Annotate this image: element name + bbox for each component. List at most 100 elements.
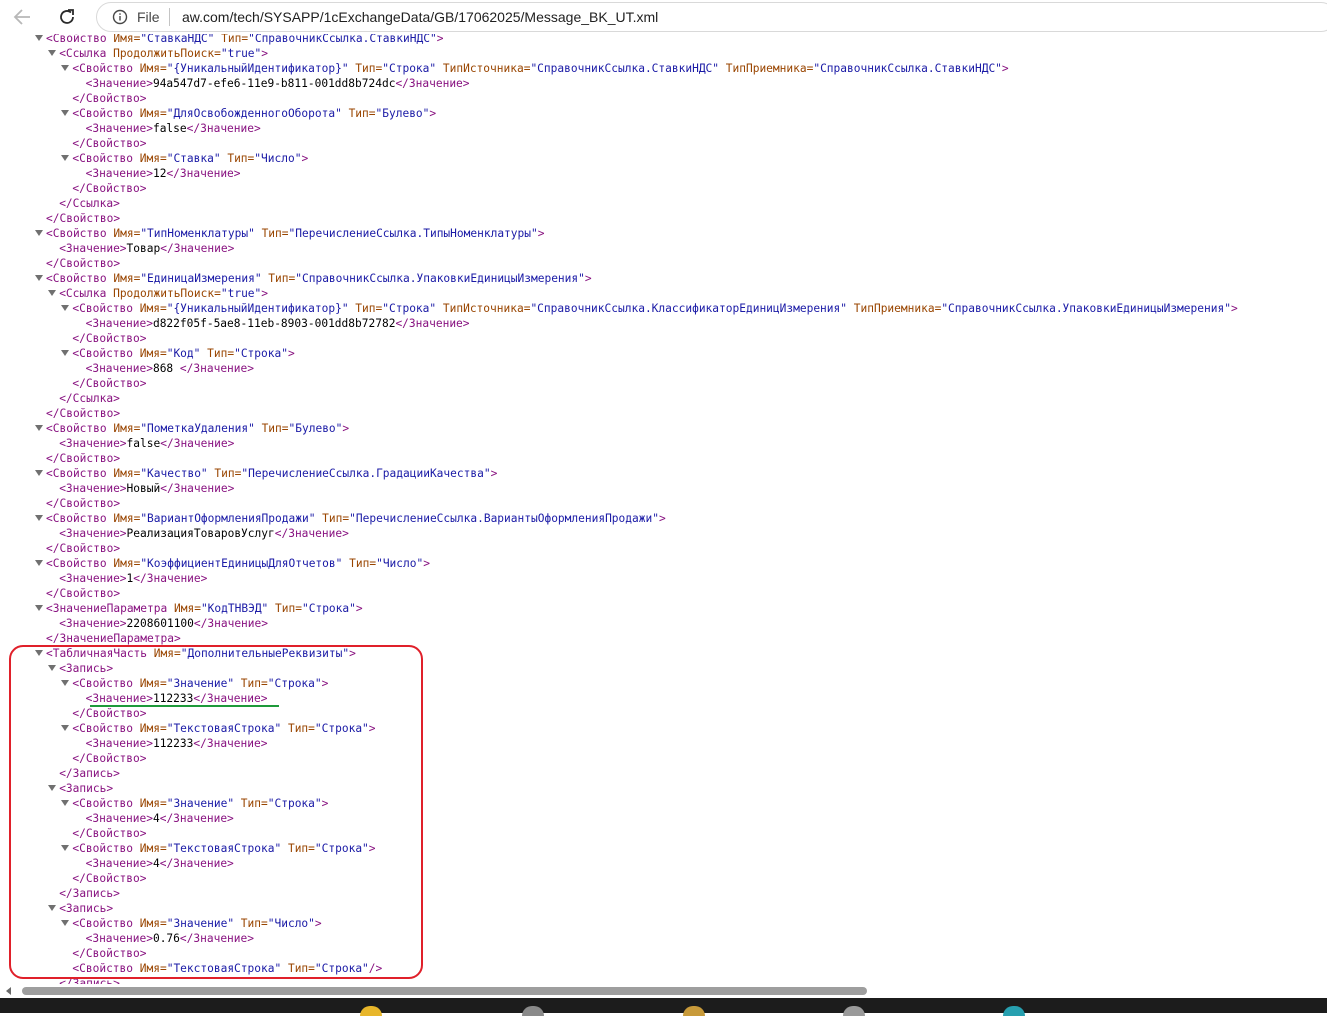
attr-value: "Ставка"	[166, 152, 228, 165]
back-arrow-icon	[13, 9, 30, 25]
url-text[interactable]: aw.com/tech/SYSAPP/1cExchangeData/GB/170…	[182, 9, 658, 25]
text-value: 4	[152, 857, 160, 870]
collapse-triangle-icon[interactable]	[48, 781, 57, 796]
xml-line: </Свойство>	[0, 91, 1238, 106]
xml-line: <Значение>112233</Значение>	[0, 691, 1238, 706]
xml-line: </Свойство>	[0, 706, 1238, 721]
tag-markup: />	[368, 962, 383, 975]
tag-markup: <Свойство	[46, 422, 114, 435]
attr-name: Тип=	[261, 422, 289, 435]
collapse-triangle-icon[interactable]	[35, 556, 43, 571]
attr-name: ПродолжитьПоиск=	[113, 47, 221, 60]
xml-line: <Значение>d822f05f-5ae8-11eb-8903-001dd8…	[0, 316, 1238, 331]
tag-markup: <Ссылка	[59, 287, 114, 300]
collapse-triangle-icon[interactable]	[35, 226, 43, 241]
xml-line: </Свойство>	[0, 946, 1238, 961]
tag-markup: <Запись>	[59, 662, 114, 675]
attr-name: Тип=	[240, 797, 268, 810]
collapse-triangle-icon[interactable]	[35, 511, 43, 526]
address-bar[interactable]: File aw.com/tech/SYSAPP/1cExchangeData/G…	[96, 2, 1327, 32]
collapse-triangle-icon[interactable]	[35, 646, 43, 661]
collapse-triangle-icon[interactable]	[48, 901, 57, 916]
collapse-triangle-icon[interactable]	[48, 661, 57, 676]
collapse-triangle-icon[interactable]	[35, 271, 43, 286]
collapse-triangle-icon[interactable]	[48, 46, 57, 61]
tag-markup: <Значение>	[85, 122, 153, 135]
taskbar-app-icon[interactable]	[1003, 1006, 1025, 1016]
xml-line: <Свойство Имя="{УникальныйИдентификатор}…	[0, 301, 1238, 316]
attr-value: "Строка"	[301, 602, 356, 615]
horizontal-scrollbar[interactable]	[0, 984, 1327, 998]
taskbar-app-icon[interactable]	[683, 1006, 705, 1016]
text-value: 0.76	[152, 932, 180, 945]
scroll-left-icon[interactable]	[5, 987, 13, 995]
xml-line: </Свойство>	[0, 586, 1238, 601]
attr-value: "СправочникСсылка.УпаковкиЕдиницыИзмерен…	[941, 302, 1231, 315]
taskbar-app-icon[interactable]	[843, 1006, 865, 1016]
tag-markup: </Значение>	[395, 317, 470, 330]
tag-markup: <Свойство	[46, 467, 114, 480]
xml-line: <Значение>868 </Значение>	[0, 361, 1238, 376]
tag-markup: </Значение>	[186, 122, 261, 135]
info-icon[interactable]	[112, 9, 128, 28]
collapse-triangle-icon[interactable]	[61, 151, 70, 166]
collapse-triangle-icon[interactable]	[61, 61, 70, 76]
attr-name: Имя=	[113, 34, 141, 45]
xml-line: </Свойство>	[0, 751, 1238, 766]
back-button[interactable]	[8, 4, 36, 30]
tag-markup: <Свойство	[72, 722, 140, 735]
tag-markup: <Значение>	[85, 932, 153, 945]
tag-markup: <Свойство	[72, 62, 140, 75]
xml-line: <Значение>4</Значение>	[0, 856, 1238, 871]
attr-value: "Булево"	[288, 422, 343, 435]
attr-name: Имя=	[153, 647, 181, 660]
xml-line: <Запись>	[0, 901, 1238, 916]
collapse-triangle-icon[interactable]	[48, 286, 57, 301]
xml-line: <Значение>false</Значение>	[0, 121, 1238, 136]
collapse-triangle-icon[interactable]	[61, 841, 70, 856]
xml-line: <Свойство Имя="ТекстоваяСтрока" Тип="Стр…	[0, 841, 1238, 856]
tag-markup: </Значение>	[179, 932, 254, 945]
collapse-triangle-icon[interactable]	[35, 421, 43, 436]
text-value: 868	[152, 362, 180, 375]
scrollbar-thumb[interactable]	[22, 987, 867, 995]
xml-line: <Значение>1</Значение>	[0, 571, 1238, 586]
attr-name: ТипИсточника=	[442, 62, 531, 75]
xml-line: </Запись>	[0, 886, 1238, 901]
collapse-triangle-icon[interactable]	[61, 346, 70, 361]
tag-markup: <Ссылка	[59, 47, 114, 60]
attr-name: Имя=	[113, 467, 141, 480]
attr-name: ПродолжитьПоиск=	[113, 287, 221, 300]
tag-markup: >	[1001, 62, 1009, 75]
tag-markup: <Свойство	[72, 302, 140, 315]
attr-value: "Качество"	[140, 467, 215, 480]
collapse-triangle-icon[interactable]	[61, 721, 70, 736]
tag-markup: <Значение>	[85, 167, 153, 180]
attr-value: "Код"	[166, 347, 208, 360]
xml-viewer: <Свойство Имя="СтавкаНДС" Тип="Справочни…	[0, 34, 1327, 984]
xml-line: </Свойство>	[0, 406, 1238, 421]
xml-line: <Значение>4</Значение>	[0, 811, 1238, 826]
attr-name: Имя=	[139, 797, 167, 810]
text-value: РеализацияТоваровУслуг	[126, 527, 275, 540]
attr-value: "КодТНВЭД"	[200, 602, 276, 615]
collapse-triangle-icon[interactable]	[61, 916, 70, 931]
collapse-triangle-icon[interactable]	[61, 676, 70, 691]
attr-value: "Число"	[376, 557, 424, 570]
xml-line: </Свойство>	[0, 256, 1238, 271]
collapse-triangle-icon[interactable]	[35, 601, 43, 616]
address-divider	[169, 8, 170, 26]
collapse-triangle-icon[interactable]	[61, 301, 70, 316]
taskbar-app-icon[interactable]	[360, 1006, 382, 1016]
collapse-triangle-icon[interactable]	[35, 466, 43, 481]
collapse-triangle-icon[interactable]	[61, 106, 70, 121]
tag-markup: </Свойство>	[72, 137, 147, 150]
taskbar-app-icon[interactable]	[522, 1006, 544, 1016]
tag-markup: </Свойство>	[46, 542, 121, 555]
reload-button[interactable]	[53, 4, 81, 30]
collapse-triangle-icon[interactable]	[35, 34, 43, 46]
xml-line: </Свойство>	[0, 211, 1238, 226]
tag-markup: </Значение>	[179, 362, 254, 375]
attr-value: "Строка"	[314, 842, 369, 855]
collapse-triangle-icon[interactable]	[61, 796, 70, 811]
